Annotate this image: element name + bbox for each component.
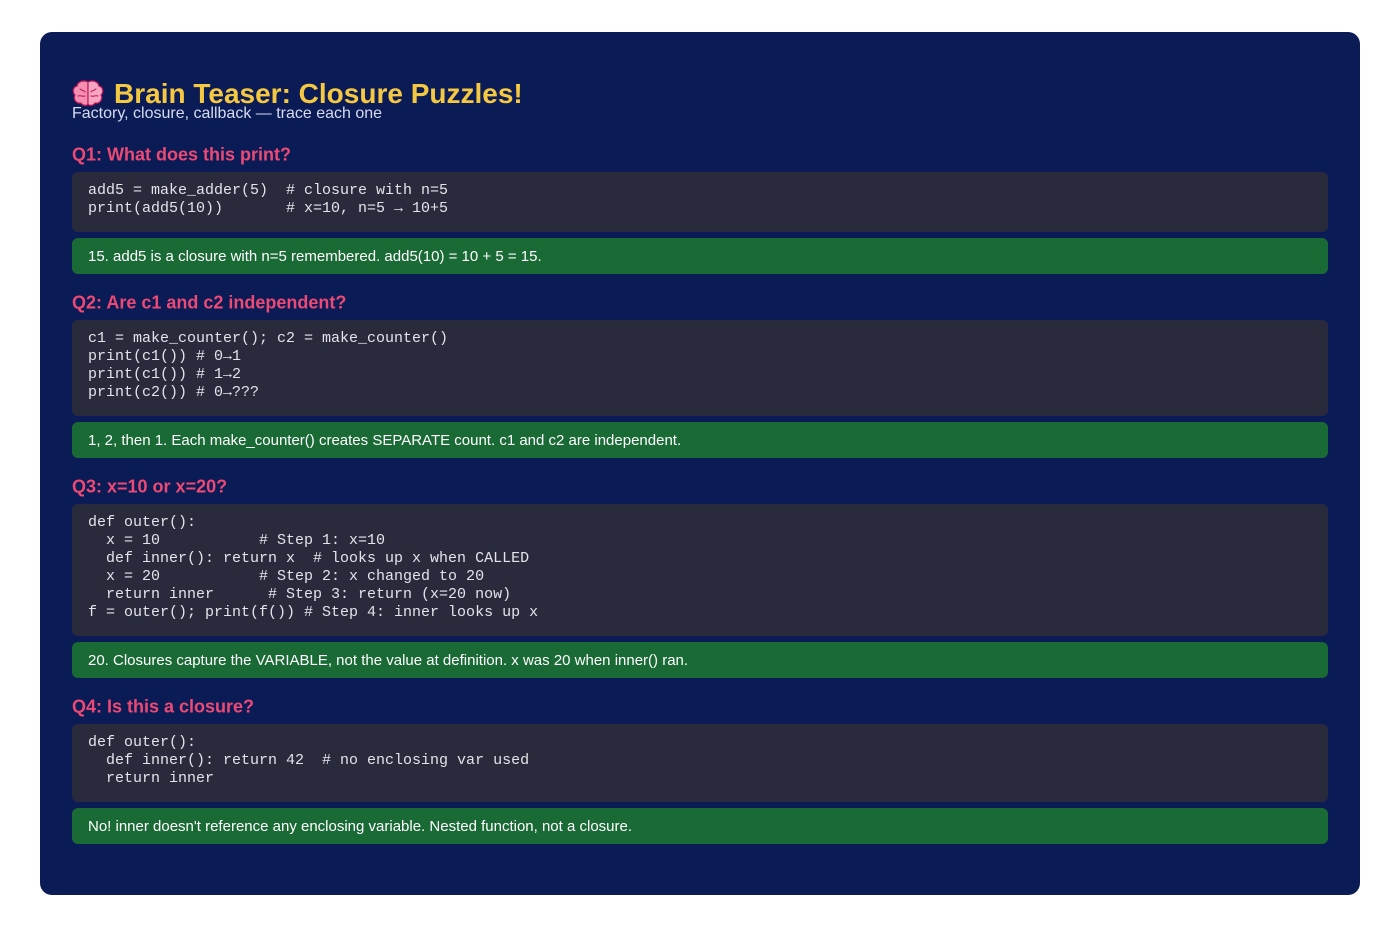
question-3-code: def outer(): x = 10 # Step 1: x=10 def i… <box>72 504 1328 636</box>
page-subtitle: Factory, closure, callback — trace each … <box>72 105 383 122</box>
question-2-heading: Q2: Are c1 and c2 independent? <box>72 292 347 313</box>
question-2-answer: 1, 2, then 1. Each make_counter() create… <box>72 422 1328 458</box>
question-3-answer: 20. Closures capture the VARIABLE, not t… <box>72 642 1328 678</box>
question-4-code: def outer(): def inner(): return 42 # no… <box>72 724 1328 802</box>
question-1-code: add5 = make_adder(5) # closure with n=5 … <box>72 172 1328 232</box>
question-3-heading: Q3: x=10 or x=20? <box>72 476 228 497</box>
puzzle-panel: Brain Teaser: Closure Puzzles! Factory, … <box>40 32 1360 895</box>
question-1-heading: Q1: What does this print? <box>72 144 291 165</box>
brain-icon <box>72 80 104 106</box>
question-2-code: c1 = make_counter(); c2 = make_counter()… <box>72 320 1328 416</box>
question-4-heading: Q4: Is this a closure? <box>72 696 255 717</box>
question-4-answer: No! inner doesn't reference any enclosin… <box>72 808 1328 844</box>
question-1-answer: 15. add5 is a closure with n=5 remembere… <box>72 238 1328 274</box>
